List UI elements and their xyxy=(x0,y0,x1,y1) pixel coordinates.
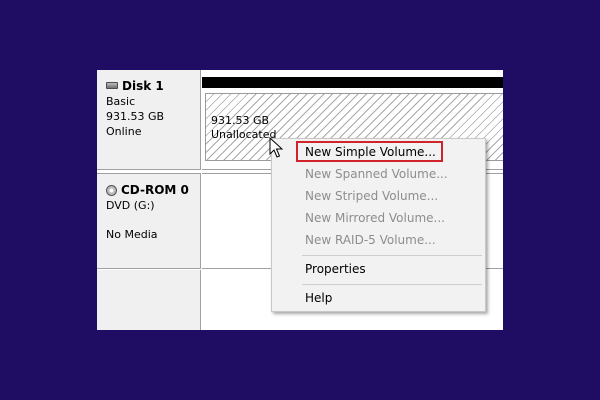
disk1-info-panel[interactable]: Disk 1 Basic 931.53 GB Online xyxy=(97,70,201,170)
menu-item-new-raid5-volume[interactable]: New RAID-5 Volume... xyxy=(305,230,436,250)
cdrom-drive: DVD (G:) xyxy=(106,199,155,212)
menu-item-new-simple-volume[interactable]: New Simple Volume... xyxy=(305,142,436,162)
menu-item-new-striped-volume[interactable]: New Striped Volume... xyxy=(305,186,438,206)
menu-item-properties[interactable]: Properties xyxy=(305,259,366,279)
disk1-size: 931.53 GB xyxy=(106,110,165,123)
cdrom-title-text: CD-ROM 0 xyxy=(121,183,189,197)
volume-status: Unallocated xyxy=(211,128,277,141)
hard-drive-icon xyxy=(106,82,118,89)
cdrom-media: No Media xyxy=(106,228,158,241)
mouse-cursor-icon xyxy=(269,137,283,158)
disk1-title-text: Disk 1 xyxy=(122,79,164,93)
cdrom-title: CD-ROM 0 xyxy=(106,183,200,198)
menu-item-help[interactable]: Help xyxy=(305,288,332,308)
menu-separator xyxy=(302,255,482,256)
disk1-title: Disk 1 xyxy=(106,79,200,94)
disk1-status: Online xyxy=(106,125,142,138)
volume-size: 931.53 GB xyxy=(211,114,270,127)
empty-disk-panel xyxy=(97,270,201,330)
disk1-volume-header-bar xyxy=(202,77,503,88)
context-menu: New Simple Volume... New Spanned Volume.… xyxy=(271,138,486,312)
disk1-type: Basic xyxy=(106,95,136,108)
cd-rom-icon xyxy=(106,185,117,196)
menu-item-new-mirrored-volume[interactable]: New Mirrored Volume... xyxy=(305,208,445,228)
menu-item-new-spanned-volume[interactable]: New Spanned Volume... xyxy=(305,164,448,184)
cdrom-info-panel[interactable]: CD-ROM 0 DVD (G:) No Media xyxy=(97,173,201,269)
menu-separator xyxy=(302,284,482,285)
